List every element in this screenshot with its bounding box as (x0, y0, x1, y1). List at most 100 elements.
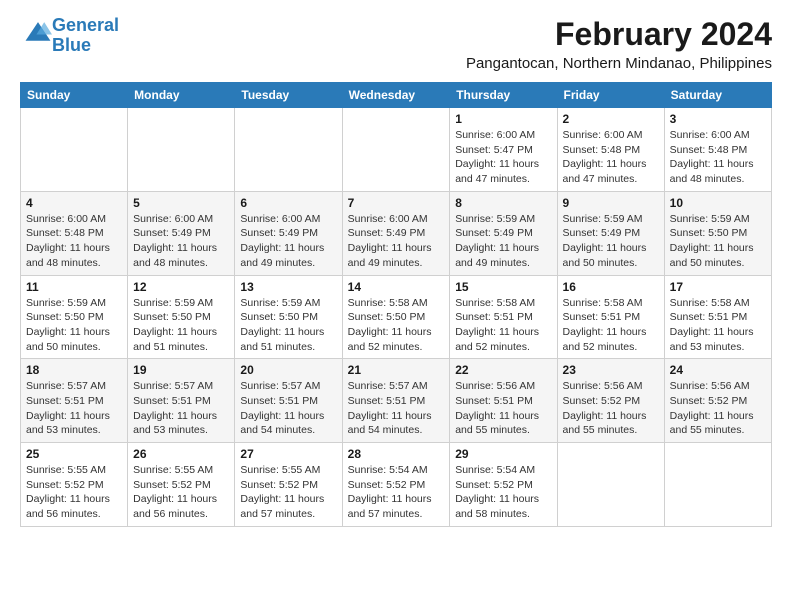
cell-content: Sunrise: 5:59 AMSunset: 5:50 PMDaylight:… (670, 212, 766, 271)
calendar-header-row: SundayMondayTuesdayWednesdayThursdayFrid… (21, 83, 772, 108)
calendar-cell: 22Sunrise: 5:56 AMSunset: 5:51 PMDayligh… (450, 359, 557, 443)
calendar-header-friday: Friday (557, 83, 664, 108)
day-number: 29 (455, 447, 551, 461)
cell-content: Sunrise: 5:56 AMSunset: 5:52 PMDaylight:… (563, 379, 659, 438)
location-subtitle: Pangantocan, Northern Mindanao, Philippi… (466, 55, 772, 72)
calendar-header-sunday: Sunday (21, 83, 128, 108)
cell-content: Sunrise: 5:55 AMSunset: 5:52 PMDaylight:… (133, 463, 229, 522)
calendar-cell (128, 108, 235, 192)
cell-content: Sunrise: 6:00 AMSunset: 5:47 PMDaylight:… (455, 128, 551, 187)
cell-content: Sunrise: 5:58 AMSunset: 5:50 PMDaylight:… (348, 296, 445, 355)
calendar-week-row: 18 Sunrise: 5:57 AMSunset: 5:51 PMDayligh… (21, 359, 772, 443)
day-number: 15 (455, 280, 551, 294)
cell-content: Sunrise: 6:00 AMSunset: 5:48 PMDaylight:… (26, 212, 122, 271)
day-number: 23 (563, 363, 659, 377)
calendar-cell: 14Sunrise: 5:58 AMSunset: 5:50 PMDayligh… (342, 275, 450, 359)
day-number: 9 (563, 196, 659, 210)
calendar-cell: 27Sunrise: 5:55 AMSunset: 5:52 PMDayligh… (235, 443, 342, 527)
day-number: 8 (455, 196, 551, 210)
calendar-cell: 24 Sunrise: 5:56 AMSunset: 5:52 PMDayligh… (664, 359, 771, 443)
calendar-cell: 20 Sunrise: 5:57 AMSunset: 5:51 PMDayligh… (235, 359, 342, 443)
calendar-week-row: 25Sunrise: 5:55 AMSunset: 5:52 PMDayligh… (21, 443, 772, 527)
cell-content: Sunrise: 5:56 AMSunset: 5:51 PMDaylight:… (455, 379, 551, 438)
cell-content: Sunrise: 5:59 AMSunset: 5:50 PMDaylight:… (240, 296, 336, 355)
cell-content: Sunrise: 5:59 AMSunset: 5:50 PMDaylight:… (133, 296, 229, 355)
cell-content: Sunrise: 6:00 AMSunset: 5:49 PMDaylight:… (133, 212, 229, 271)
day-number: 3 (670, 112, 766, 126)
calendar-cell: 5 Sunrise: 6:00 AMSunset: 5:49 PMDaylight… (128, 191, 235, 275)
cell-content: Sunrise: 5:57 AMSunset: 5:51 PMDaylight:… (26, 379, 122, 438)
day-number: 16 (563, 280, 659, 294)
calendar-cell: 12Sunrise: 5:59 AMSunset: 5:50 PMDayligh… (128, 275, 235, 359)
calendar-cell: 17 Sunrise: 5:58 AMSunset: 5:51 PMDayligh… (664, 275, 771, 359)
logo-line1: General (52, 15, 119, 35)
calendar-cell: 16 Sunrise: 5:58 AMSunset: 5:51 PMDayligh… (557, 275, 664, 359)
cell-content: Sunrise: 6:00 AMSunset: 5:49 PMDaylight:… (240, 212, 336, 271)
day-number: 21 (348, 363, 445, 377)
calendar-cell: 23 Sunrise: 5:56 AMSunset: 5:52 PMDayligh… (557, 359, 664, 443)
cell-content: Sunrise: 6:00 AMSunset: 5:49 PMDaylight:… (348, 212, 445, 271)
calendar-header-monday: Monday (128, 83, 235, 108)
calendar-cell: 25Sunrise: 5:55 AMSunset: 5:52 PMDayligh… (21, 443, 128, 527)
calendar-cell: 13Sunrise: 5:59 AMSunset: 5:50 PMDayligh… (235, 275, 342, 359)
day-number: 2 (563, 112, 659, 126)
calendar-cell: 21 Sunrise: 5:57 AMSunset: 5:51 PMDayligh… (342, 359, 450, 443)
calendar-cell: 8 Sunrise: 5:59 AMSunset: 5:49 PMDaylight… (450, 191, 557, 275)
calendar-cell: 1 Sunrise: 6:00 AMSunset: 5:47 PMDaylight… (450, 108, 557, 192)
day-number: 1 (455, 112, 551, 126)
cell-content: Sunrise: 6:00 AMSunset: 5:48 PMDaylight:… (563, 128, 659, 187)
cell-content: Sunrise: 5:58 AMSunset: 5:51 PMDaylight:… (563, 296, 659, 355)
calendar-header-tuesday: Tuesday (235, 83, 342, 108)
calendar-cell: 9Sunrise: 5:59 AMSunset: 5:49 PMDaylight… (557, 191, 664, 275)
cell-content: Sunrise: 6:00 AMSunset: 5:48 PMDaylight:… (670, 128, 766, 187)
calendar-cell: 7 Sunrise: 6:00 AMSunset: 5:49 PMDaylight… (342, 191, 450, 275)
day-number: 4 (26, 196, 122, 210)
calendar-cell: 19 Sunrise: 5:57 AMSunset: 5:51 PMDayligh… (128, 359, 235, 443)
calendar-cell: 10 Sunrise: 5:59 AMSunset: 5:50 PMDayligh… (664, 191, 771, 275)
page-header: General Blue February 2024 Pangantocan, … (20, 16, 772, 72)
calendar-cell (235, 108, 342, 192)
calendar-cell (664, 443, 771, 527)
cell-content: Sunrise: 5:59 AMSunset: 5:50 PMDaylight:… (26, 296, 122, 355)
calendar-header-saturday: Saturday (664, 83, 771, 108)
calendar-cell: 6Sunrise: 6:00 AMSunset: 5:49 PMDaylight… (235, 191, 342, 275)
cell-content: Sunrise: 5:55 AMSunset: 5:52 PMDaylight:… (240, 463, 336, 522)
calendar-cell (342, 108, 450, 192)
calendar-cell: 2 Sunrise: 6:00 AMSunset: 5:48 PMDaylight… (557, 108, 664, 192)
calendar-week-row: 4 Sunrise: 6:00 AMSunset: 5:48 PMDaylight… (21, 191, 772, 275)
calendar-cell: 26 Sunrise: 5:55 AMSunset: 5:52 PMDayligh… (128, 443, 235, 527)
calendar-cell: 18 Sunrise: 5:57 AMSunset: 5:51 PMDayligh… (21, 359, 128, 443)
calendar-header-wednesday: Wednesday (342, 83, 450, 108)
day-number: 18 (26, 363, 122, 377)
logo-icon (24, 19, 52, 47)
cell-content: Sunrise: 5:56 AMSunset: 5:52 PMDaylight:… (670, 379, 766, 438)
calendar-header-thursday: Thursday (450, 83, 557, 108)
day-number: 20 (240, 363, 336, 377)
calendar-week-row: 1 Sunrise: 6:00 AMSunset: 5:47 PMDaylight… (21, 108, 772, 192)
calendar-cell: 15Sunrise: 5:58 AMSunset: 5:51 PMDayligh… (450, 275, 557, 359)
day-number: 19 (133, 363, 229, 377)
day-number: 5 (133, 196, 229, 210)
cell-content: Sunrise: 5:54 AMSunset: 5:52 PMDaylight:… (455, 463, 551, 522)
cell-content: Sunrise: 5:55 AMSunset: 5:52 PMDaylight:… (26, 463, 122, 522)
day-number: 24 (670, 363, 766, 377)
logo-line2: Blue (52, 35, 91, 55)
cell-content: Sunrise: 5:58 AMSunset: 5:51 PMDaylight:… (670, 296, 766, 355)
cell-content: Sunrise: 5:57 AMSunset: 5:51 PMDaylight:… (348, 379, 445, 438)
day-number: 11 (26, 280, 122, 294)
logo-text: General Blue (52, 16, 119, 56)
calendar-body: 1 Sunrise: 6:00 AMSunset: 5:47 PMDaylight… (21, 108, 772, 527)
calendar-cell: 11 Sunrise: 5:59 AMSunset: 5:50 PMDayligh… (21, 275, 128, 359)
calendar-cell (557, 443, 664, 527)
day-number: 10 (670, 196, 766, 210)
logo: General Blue (20, 16, 119, 56)
calendar-table: SundayMondayTuesdayWednesdayThursdayFrid… (20, 82, 772, 527)
cell-content: Sunrise: 5:59 AMSunset: 5:49 PMDaylight:… (455, 212, 551, 271)
month-year-title: February 2024 (466, 16, 772, 53)
day-number: 7 (348, 196, 445, 210)
calendar-cell: 3 Sunrise: 6:00 AMSunset: 5:48 PMDaylight… (664, 108, 771, 192)
cell-content: Sunrise: 5:57 AMSunset: 5:51 PMDaylight:… (133, 379, 229, 438)
cell-content: Sunrise: 5:57 AMSunset: 5:51 PMDaylight:… (240, 379, 336, 438)
day-number: 17 (670, 280, 766, 294)
day-number: 26 (133, 447, 229, 461)
